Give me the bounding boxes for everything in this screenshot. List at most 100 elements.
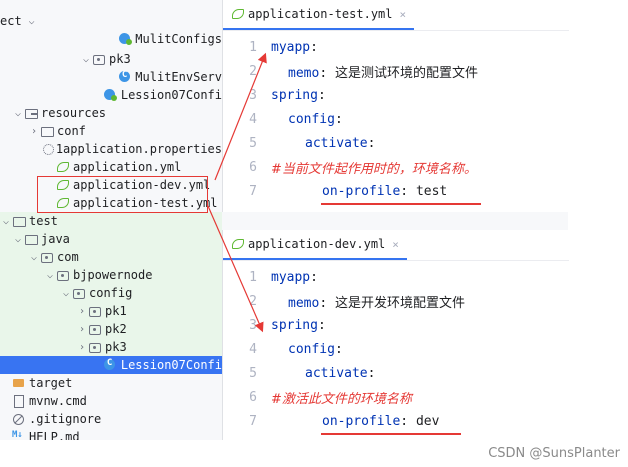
tree-item[interactable]: ⌵ pk3 (0, 50, 222, 68)
tree-item[interactable]: ⌵ config (0, 284, 222, 302)
resources-folder-icon (24, 107, 38, 119)
tree-item[interactable]: MulitConfigs (0, 30, 222, 48)
tab-application-test-yml[interactable]: application-test.yml × (223, 0, 415, 30)
tree-item[interactable]: ⌵ bjpowernode (0, 266, 222, 284)
code-line[interactable]: 3 spring: (223, 313, 569, 337)
code-line[interactable]: 5 activate: (223, 361, 569, 385)
chevron-down-icon[interactable]: ⌵ (12, 234, 24, 245)
tree-item[interactable]: › pk3 (0, 338, 222, 356)
tree-item[interactable]: ⌵ resources (0, 104, 222, 122)
chevron-down-icon[interactable]: ⌵ (60, 288, 72, 299)
tree-item[interactable]: › conf (0, 122, 222, 140)
folder-icon (12, 215, 26, 227)
yaml-key: myapp (271, 269, 311, 285)
tree-item[interactable]: Lession07Confi (0, 356, 222, 374)
tree-item[interactable]: .gitignore (0, 410, 222, 428)
tree-item-label: resources (41, 106, 107, 120)
code-line[interactable]: 3 spring: (223, 83, 569, 107)
tree-item-label: .gitignore (29, 412, 102, 426)
yaml-key: activate (305, 365, 368, 381)
package-icon (72, 287, 86, 299)
close-icon[interactable]: × (392, 238, 399, 251)
code-line[interactable]: 6 #当前文件起作用时的，环境名称。 (223, 155, 569, 179)
tree-item-label: 1application.properties (55, 142, 222, 156)
code-line[interactable]: 4 config: (223, 337, 569, 361)
chevron-down-icon[interactable]: ⌵ (80, 54, 92, 65)
yaml-key: on-profile (322, 413, 401, 429)
folder-icon (24, 233, 38, 245)
yaml-comment: #当前文件起作用时的，环境名称。 (271, 161, 477, 177)
package-icon (56, 269, 70, 281)
code-line[interactable]: 4 config: (223, 107, 569, 131)
chevron-down-icon[interactable]: ⌵ (26, 16, 38, 27)
yaml-comment: #激活此文件的环境名称 (271, 391, 412, 407)
code-text: #当前文件起作用时的，环境名称。 (271, 158, 477, 177)
yaml-value: test (415, 183, 448, 199)
code-line[interactable]: 1 myapp: (223, 265, 569, 289)
code-text: myapp: (271, 270, 318, 285)
code-line[interactable]: 5 activate: (223, 131, 569, 155)
package-icon (40, 251, 54, 263)
yaml-key: myapp (271, 39, 311, 55)
line-number: 7 (249, 183, 257, 199)
tree-item-label: test (29, 214, 58, 228)
yaml-separator: : (319, 65, 335, 81)
line-number: 5 (249, 365, 257, 381)
spring-leaf-icon (56, 161, 70, 173)
tree-item-label: pk3 (105, 340, 127, 354)
chevron-right-icon[interactable]: › (76, 324, 88, 335)
tree-item[interactable]: ⌵ java (0, 230, 222, 248)
tab-application-dev-yml[interactable]: application-dev.yml × (223, 230, 407, 260)
chevron-right-icon[interactable]: › (76, 342, 88, 353)
settings-file-icon (42, 143, 54, 155)
code-line[interactable]: 1 myapp: (223, 35, 569, 59)
chevron-down-icon[interactable]: ⌵ (0, 216, 12, 227)
chevron-down-icon[interactable]: ⌵ (28, 252, 40, 263)
line-number: 2 (249, 63, 257, 79)
close-icon[interactable]: × (400, 8, 407, 21)
tab-title: application-dev.yml (248, 237, 386, 251)
tree-item[interactable]: ⌵ test (0, 212, 222, 230)
chevron-right-icon[interactable]: › (76, 306, 88, 317)
editor-test-yml[interactable]: application-test.yml × 1 myapp: 2 memo: 这是测… (222, 0, 569, 212)
tree-item[interactable]: Lession07Confi (0, 86, 222, 104)
yaml-separator: : (400, 413, 416, 429)
line-number: 7 (249, 413, 257, 429)
tree-item-label: java (41, 232, 70, 246)
tree-item[interactable]: mvnw.cmd (0, 392, 222, 410)
tree-item[interactable]: application.yml (0, 158, 222, 176)
yaml-key: config (288, 111, 335, 127)
annotation-underline (321, 203, 481, 205)
tree-item[interactable]: HELP.md (0, 428, 222, 440)
annotation-highlight-box (37, 176, 208, 213)
package-icon (88, 341, 102, 353)
code-line[interactable]: 2 memo: 这是开发环境配置文件 (223, 289, 569, 313)
tree-item[interactable]: ⌵ com (0, 248, 222, 266)
code-text: memo: 这是开发环境配置文件 (288, 292, 465, 311)
yaml-value: 这是开发环境配置文件 (334, 295, 465, 311)
editor-dev-yml[interactable]: application-dev.yml × 1 myapp: 2 memo: 这是开发… (222, 230, 569, 440)
java-class-icon (103, 358, 118, 371)
chevron-down-icon[interactable]: ⌵ (44, 270, 56, 281)
tree-item-label: Lession07Confi (120, 88, 222, 102)
yaml-separator: : (319, 295, 335, 311)
code-line[interactable]: 7 on-profile: dev (223, 409, 569, 433)
code-line[interactable]: 2 memo: 这是测试环境的配置文件 (223, 59, 569, 83)
code-text: on-profile: dev (322, 414, 439, 429)
line-number: 1 (249, 39, 257, 55)
yaml-key: activate (305, 135, 368, 151)
tree-item[interactable]: target (0, 374, 222, 392)
tree-item-label: HELP.md (29, 430, 80, 440)
code-line[interactable]: 6 #激活此文件的环境名称 (223, 385, 569, 409)
chevron-down-icon[interactable]: ⌵ (12, 108, 24, 119)
tree-item[interactable]: MulitEnvServ (0, 68, 222, 86)
tree-item[interactable]: 1application.properties (0, 140, 222, 158)
chevron-right-icon[interactable]: › (28, 126, 40, 137)
code-line[interactable]: 7 on-profile: test (223, 179, 569, 203)
tree-item-label: pk1 (105, 304, 127, 318)
line-number: 5 (249, 135, 257, 151)
project-panel-header[interactable]: ect ⌵ (0, 12, 222, 30)
tree-item[interactable]: › pk2 (0, 320, 222, 338)
tree-item[interactable]: › pk1 (0, 302, 222, 320)
line-number: 6 (249, 159, 257, 175)
